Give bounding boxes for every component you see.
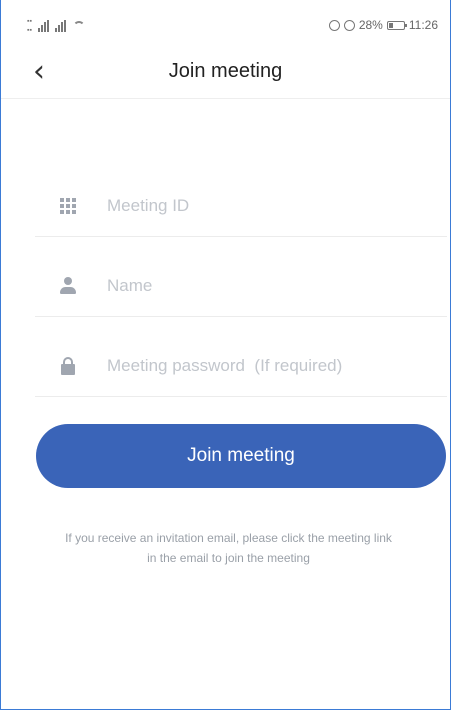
hint-line-1: If you receive an invitation email, plea… bbox=[65, 531, 392, 545]
signal-icon-2 bbox=[54, 20, 66, 32]
name-field bbox=[35, 256, 447, 317]
meeting-password-input[interactable] bbox=[105, 355, 409, 377]
status-left: ▪▪ ▪▪ bbox=[27, 18, 86, 34]
grid-icon bbox=[55, 193, 81, 219]
name-input[interactable] bbox=[105, 275, 409, 297]
status-time: 11:26 bbox=[408, 18, 438, 32]
invitation-hint: If you receive an invitation email, plea… bbox=[11, 528, 446, 568]
user-icon bbox=[55, 273, 81, 299]
lock-icon bbox=[55, 353, 81, 379]
hint-line-2: in the email to join the meeting bbox=[147, 551, 310, 565]
status-bar: ▪▪ ▪▪ 28% 11:26 bbox=[1, 0, 450, 50]
header: ‹ Join meeting bbox=[1, 50, 450, 99]
status-right: 28% 11:26 bbox=[328, 18, 438, 32]
page-title: Join meeting bbox=[168, 60, 283, 82]
clock-icon bbox=[343, 19, 355, 31]
join-meeting-button[interactable]: Join meeting bbox=[36, 424, 446, 488]
meeting-id-field bbox=[35, 176, 447, 237]
alarm-icon bbox=[328, 19, 340, 31]
battery-icon bbox=[386, 20, 407, 30]
join-meeting-screen: ▪▪ ▪▪ 28% 11:26 ‹ Join meeting Meeting I… bbox=[0, 0, 451, 710]
signal-icon bbox=[37, 20, 49, 32]
battery-percent: 28% bbox=[358, 18, 383, 32]
password-field bbox=[35, 336, 447, 397]
meeting-id-input[interactable] bbox=[105, 195, 409, 217]
sim-card-icon: ▪▪ ▪▪ bbox=[27, 18, 32, 34]
wifi-icon bbox=[72, 20, 86, 32]
